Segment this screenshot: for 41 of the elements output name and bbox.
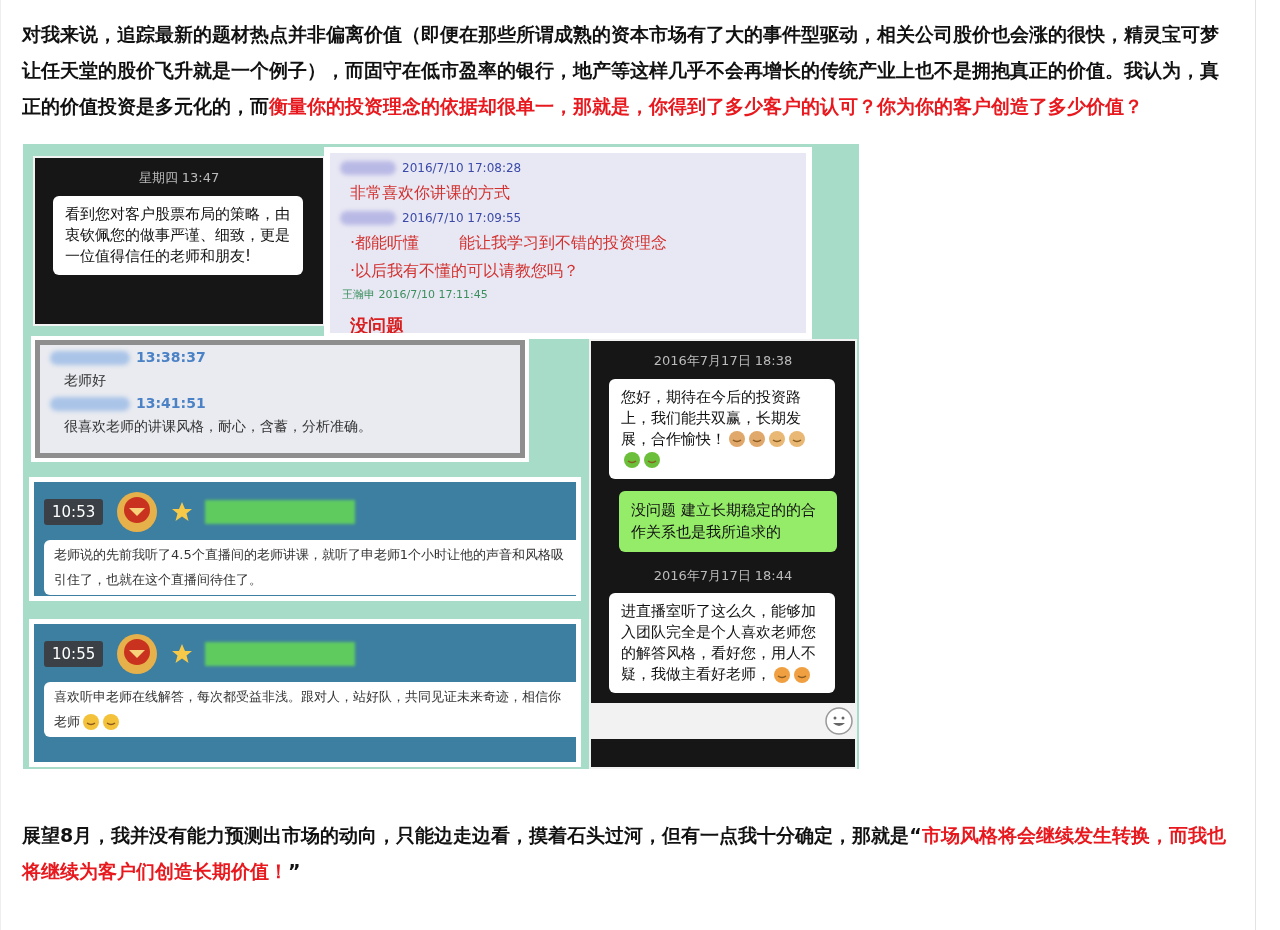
message-bubble: 看到您对客户股票布局的策略，由衷钦佩您的做事严谨、细致，更是一位值得信任的老师和朋友! <box>53 195 303 275</box>
emoji-icon <box>728 430 746 448</box>
message-bubble: 进直播室听了这么久，能够加入团队完全是个人喜欢老师您的解答风格，看好您，用人不疑，我做主看好老师， <box>609 593 835 693</box>
message-text: ·都能听懂 <box>350 232 420 254</box>
timestamp: 2016年7月17日 18:44 <box>652 566 794 585</box>
timestamp: 10:53 <box>44 498 104 526</box>
paragraph: 对我来说，追踪最新的题材热点并非偏离价值（即便在那些所谓成熟的资本市场有了大的事件型驱动，相关公司股价也会涨的很快，精灵宝可梦让任天堂的股价飞升就是一个例子），而固守在低市盈率的银行，地产等这样几乎不会再增长的传统产业上也不是拥抱真正的价值。我认为，真正的价值投资是多元化的，而衡量你的投资理念的依据却很单一，那就是，你得到了多少客户的认可？你为你的客户创造了多少价值？ <box>22 22 1220 119</box>
emoji-icon <box>793 665 811 684</box>
paragraph: 展望8月，我并没有能力预测出市场的动向，只能边走边看，摸着石头过河，但有一点我十分确定，那就是“市场风格将会继续发生转换，而我也将继续为客户们创造长期价值！” <box>22 823 1227 884</box>
emoji-icon <box>82 713 100 732</box>
message-text: 能让我学习到不错的投资理念 <box>459 232 668 254</box>
emoji-icon <box>102 713 120 732</box>
name-redaction <box>340 161 396 175</box>
timestamp: 2016/7/10 17:09:55 <box>402 210 522 227</box>
timestamp: 13:41:51 <box>136 394 206 413</box>
message-bubble: 喜欢听申老师在线解答，每次都受益非浅。跟对人，站好队，共同见证未来奇迹，相信你老师 <box>44 682 576 738</box>
message-bubble: 老师说的先前我听了4.5个直播间的老师讲课，就听了申老师1个小时让他的声音和风格吸引住了，也就在这个直播间待住了。 <box>44 540 576 596</box>
timestamp: 2016/7/10 17:08:28 <box>402 160 522 177</box>
name-redaction <box>340 211 396 225</box>
emoji-icon <box>643 451 661 469</box>
star-icon <box>171 501 194 523</box>
timestamp: 10:55 <box>44 640 104 668</box>
emoji-icon <box>623 451 641 469</box>
message-text: ·以后我有不懂的可以请教您吗？ <box>350 260 581 282</box>
message-bubble: 您好，期待在今后的投资路上，我们能共双赢，长期发展，合作愉快！ <box>609 378 835 479</box>
emoji-icon <box>788 430 806 448</box>
timestamp: 13:38:37 <box>136 348 206 367</box>
message-bubble: 没问题 建立长期稳定的的合作关系也是我所追求的 <box>619 490 837 552</box>
medal-icon <box>115 490 160 534</box>
emoji-icon <box>768 430 786 448</box>
message-text: 老师好 <box>64 371 107 390</box>
emoji-icon <box>773 665 791 684</box>
emoji-icon <box>748 430 766 448</box>
medal-icon <box>115 632 160 676</box>
message-text: 非常喜欢你讲课的方式 <box>350 182 511 204</box>
sender-timestamp: 王瀚申 2016/7/10 17:11:45 <box>342 287 489 303</box>
smiley-icon <box>825 707 853 735</box>
timestamp: 2016年7月17日 18:38 <box>652 352 794 370</box>
star-icon <box>171 643 194 665</box>
message-text: 很喜欢老师的讲课风格，耐心，含蓄，分析准确。 <box>64 417 373 436</box>
timestamp: 星期四 13:47 <box>137 169 221 187</box>
